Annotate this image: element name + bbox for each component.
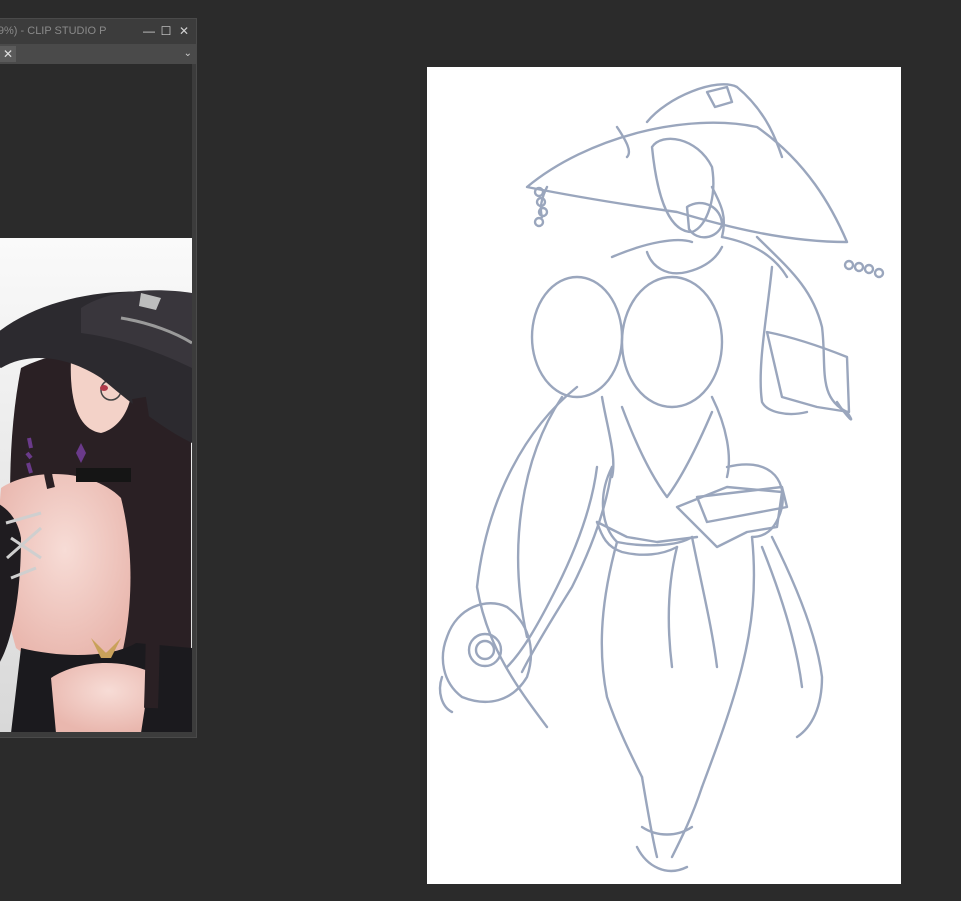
subview-body xyxy=(0,64,192,732)
reference-image xyxy=(0,238,192,732)
maximize-button[interactable]: ☐ xyxy=(158,23,174,39)
subview-window[interactable]: pi 36.9%) - CLIP STUDIO P — ☐ ✕ ✕ ⌄ xyxy=(0,18,197,738)
main-canvas[interactable] xyxy=(427,67,901,884)
minimize-button[interactable]: — xyxy=(141,23,157,39)
subview-tabbar: ✕ ⌄ xyxy=(0,44,196,64)
close-button[interactable]: ✕ xyxy=(176,23,192,39)
tab-close-icon[interactable]: ✕ xyxy=(0,46,16,62)
subview-title: pi 36.9%) - CLIP STUDIO P xyxy=(0,25,107,37)
workspace: pi 36.9%) - CLIP STUDIO P — ☐ ✕ ✕ ⌄ xyxy=(0,0,961,901)
subview-titlebar[interactable]: pi 36.9%) - CLIP STUDIO P — ☐ ✕ xyxy=(0,19,196,43)
chevron-down-icon[interactable]: ⌄ xyxy=(184,45,192,63)
